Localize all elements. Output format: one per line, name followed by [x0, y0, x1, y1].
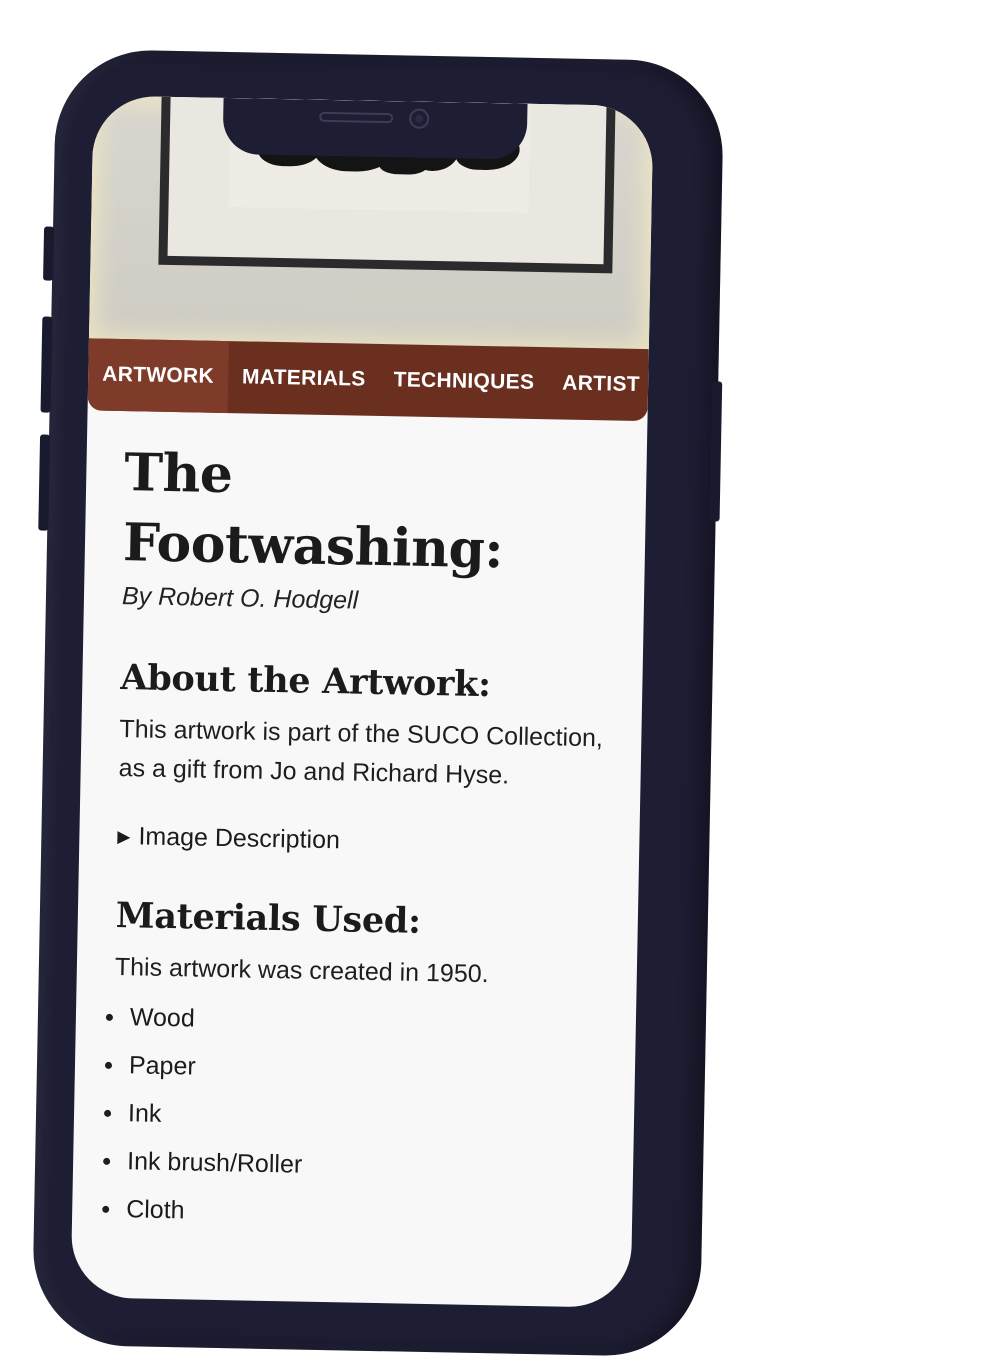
- phone-screen: ARTWORK MATERIALS TECHNIQUES ARTIST The …: [70, 95, 654, 1308]
- bullet-icon: [102, 1205, 110, 1213]
- tab-artwork[interactable]: ARTWORK: [87, 338, 229, 414]
- image-description-toggle[interactable]: ▶ Image Description: [117, 822, 617, 861]
- tab-artist[interactable]: ARTIST: [548, 347, 654, 421]
- title-line-2: Footwashing:: [122, 512, 504, 581]
- phone-frame: ARTWORK MATERIALS TECHNIQUES ARTIST The …: [31, 48, 725, 1358]
- material-name: Wood: [129, 1003, 196, 1033]
- volume-down-button: [38, 434, 51, 531]
- disclosure-triangle-icon: ▶: [117, 826, 131, 846]
- about-text: This artwork is part of the SUCO Collect…: [118, 715, 604, 790]
- list-item: Cloth: [102, 1185, 611, 1243]
- materials-heading: Materials Used:: [115, 895, 422, 942]
- bullet-icon: [104, 1061, 113, 1069]
- materials-intro: This artwork was created in 1950.: [114, 953, 489, 989]
- material-name: Ink: [127, 1099, 162, 1128]
- bullet-icon: [105, 1013, 113, 1021]
- tab-materials[interactable]: MATERIALS: [227, 341, 380, 416]
- title-line-1: The: [123, 442, 234, 506]
- materials-list: Wood Paper Ink Ink brush/Roller Cloth: [102, 993, 615, 1243]
- about-heading: About the Artwork:: [120, 657, 492, 706]
- mute-switch: [43, 226, 55, 281]
- speaker-grille: [319, 111, 394, 124]
- volume-up-button: [40, 316, 53, 413]
- image-description-label: Image Description: [138, 822, 341, 855]
- main-content: The Footwashing: By Robert O. Hodgell Ab…: [102, 438, 625, 1242]
- notch: [222, 97, 528, 160]
- material-name: Cloth: [125, 1195, 185, 1225]
- bullet-icon: [104, 1109, 112, 1117]
- front-camera-icon: [409, 108, 430, 129]
- list-item: Paper: [104, 1041, 614, 1099]
- tab-techniques[interactable]: TECHNIQUES: [379, 344, 549, 419]
- power-button: [709, 381, 723, 522]
- page-title: The Footwashing:: [122, 438, 625, 588]
- bullet-icon: [103, 1157, 111, 1165]
- artist-byline: By Robert O. Hodgell: [121, 582, 359, 615]
- section-nav: ARTWORK MATERIALS TECHNIQUES ARTIST: [87, 338, 649, 422]
- material-name: Ink brush/Roller: [126, 1147, 303, 1179]
- material-name: Paper: [128, 1051, 196, 1081]
- stage: ARTWORK MATERIALS TECHNIQUES ARTIST The …: [0, 0, 996, 1372]
